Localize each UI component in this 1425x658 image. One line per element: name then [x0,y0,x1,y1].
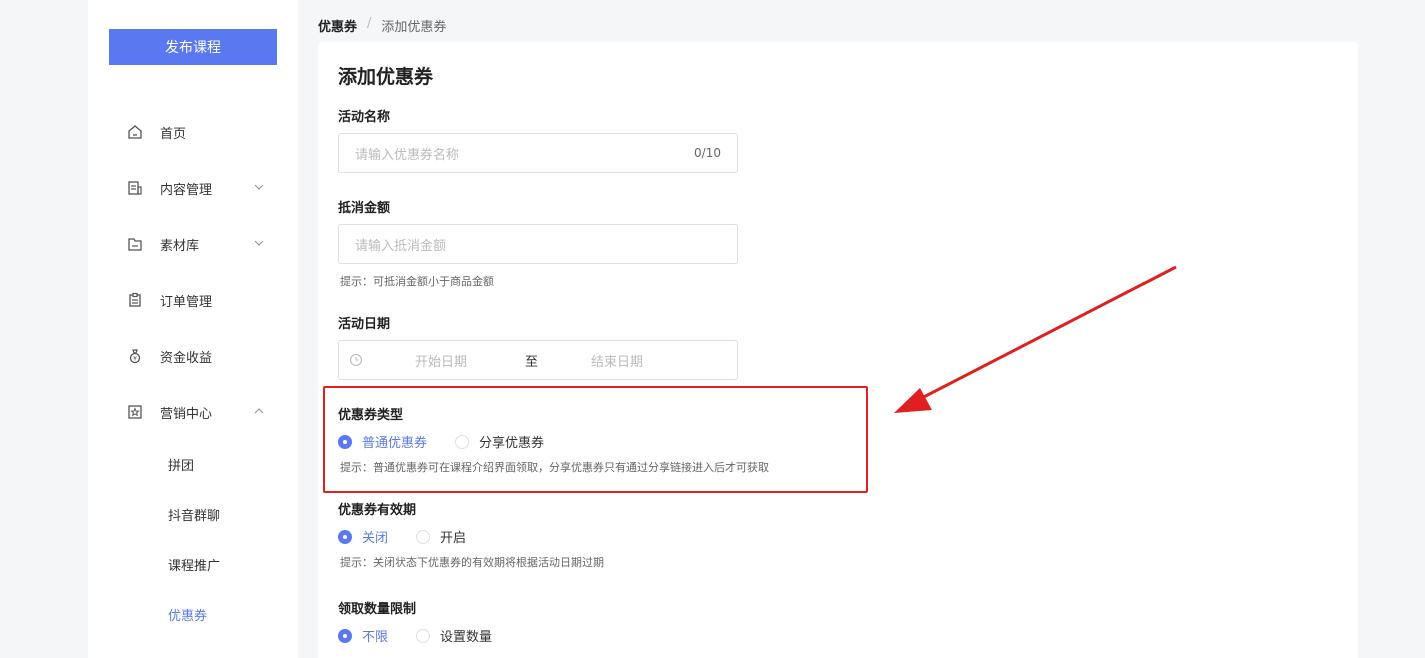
radio-validity-on[interactable]: 开启 [416,527,466,546]
radio-limit-set-count[interactable]: 设置数量 [416,626,492,645]
radio-label: 分享优惠券 [479,436,545,451]
validity-radio-group: 关闭 开启 [338,527,494,546]
radio-label: 设置数量 [440,630,493,645]
star-icon [126,403,144,421]
coupon-type-hint: 提示：普通优惠券可在课程介绍界面领取，分享优惠券只有通过分享链接进入后才可获取 [340,461,769,474]
end-date-field[interactable]: 结束日期 [591,351,643,370]
date-range-separator: 至 [525,354,539,370]
amount-hint: 提示：可抵消金额小于商品金额 [340,275,494,288]
home-icon [126,123,144,141]
radio-validity-off[interactable]: 关闭 [338,527,388,546]
radio-label: 普通优惠券 [362,436,428,451]
clipboard-icon [126,291,144,309]
chevron-up-icon [254,408,264,414]
chevron-down-icon [254,184,264,190]
radio-label: 关闭 [362,531,389,546]
breadcrumb-separator: / [367,16,372,31]
radio-limit-unlimited[interactable]: 不限 [338,626,388,645]
coupon-type-radio-group: 普通优惠券 分享优惠券 [338,432,572,451]
sidebar-item-home[interactable]: 首页 [126,120,286,144]
validity-hint: 提示：关闭状态下优惠券的有效期将根据活动日期过期 [340,556,604,569]
radio-share-coupon[interactable]: 分享优惠券 [455,432,544,451]
radio-dot [416,529,431,544]
date-label: 活动日期 [338,317,391,332]
sidebar-item-label: 营销中心 [160,406,213,422]
radio-dot [338,529,352,544]
sidebar: 发布课程 首页 内容管理 素材库 订单管理 ¥ 资金收益 营销中心 拼团 抖音群… [88,0,298,658]
breadcrumb-root[interactable]: 优惠券 [318,16,357,35]
clock-icon [349,353,363,367]
coupon-type-label: 优惠券类型 [338,408,404,423]
radio-normal-coupon[interactable]: 普通优惠券 [338,432,427,451]
radio-label: 开启 [440,531,467,546]
content-icon [126,179,144,197]
sidebar-item-label: 内容管理 [160,182,213,198]
form-card: 添加优惠券 活动名称 请输入优惠券名称 0/10 抵消金额 请输入抵消金额 提示… [318,42,1358,658]
sidebar-item-marketing[interactable]: 营销中心 [126,400,286,424]
date-range-picker[interactable]: 开始日期 至 结束日期 [338,340,738,380]
sidebar-item-orders[interactable]: 订单管理 [126,288,286,312]
breadcrumb-current: 添加优惠券 [381,20,447,35]
start-date-field[interactable]: 开始日期 [415,351,467,370]
sidebar-item-label: 首页 [160,126,187,142]
sidebar-subitem-groupbuy[interactable]: 拼团 [168,455,194,474]
coupon-name-placeholder: 请输入优惠券名称 [355,147,460,163]
limit-label: 领取数量限制 [338,602,417,617]
sidebar-item-content[interactable]: 内容管理 [126,176,286,200]
publish-course-button[interactable]: 发布课程 [109,29,277,65]
radio-dot [416,628,431,643]
limit-radio-group: 不限 设置数量 [338,626,520,645]
amount-placeholder: 请输入抵消金额 [355,238,447,254]
sidebar-subitem-coupons[interactable]: 优惠券 [168,605,207,624]
amount-input[interactable]: 请输入抵消金额 [338,224,738,264]
radio-dot [338,434,352,449]
folder-icon [126,235,144,253]
sidebar-item-label: 资金收益 [160,350,213,366]
sidebar-subitem-douyin-group[interactable]: 抖音群聊 [168,505,220,524]
validity-label: 优惠券有效期 [338,503,417,518]
radio-dot [338,628,352,643]
sidebar-item-earnings[interactable]: ¥ 资金收益 [126,344,286,368]
page-title: 添加优惠券 [338,66,434,88]
sidebar-item-materials[interactable]: 素材库 [126,232,286,256]
svg-text:¥: ¥ [133,356,137,363]
name-label: 活动名称 [338,110,391,125]
coupon-name-input[interactable]: 请输入优惠券名称 0/10 [338,133,738,173]
sidebar-item-label: 订单管理 [160,294,213,310]
breadcrumb: 优惠券 / 添加优惠券 [318,16,446,35]
sidebar-item-label: 素材库 [160,238,200,254]
amount-label: 抵消金额 [338,201,391,216]
char-counter: 0/10 [694,146,721,160]
sidebar-subitem-course-promo[interactable]: 课程推广 [168,555,220,574]
chevron-down-icon [254,240,264,246]
money-bag-icon: ¥ [126,347,144,365]
radio-dot [455,434,470,449]
radio-label: 不限 [362,630,389,645]
